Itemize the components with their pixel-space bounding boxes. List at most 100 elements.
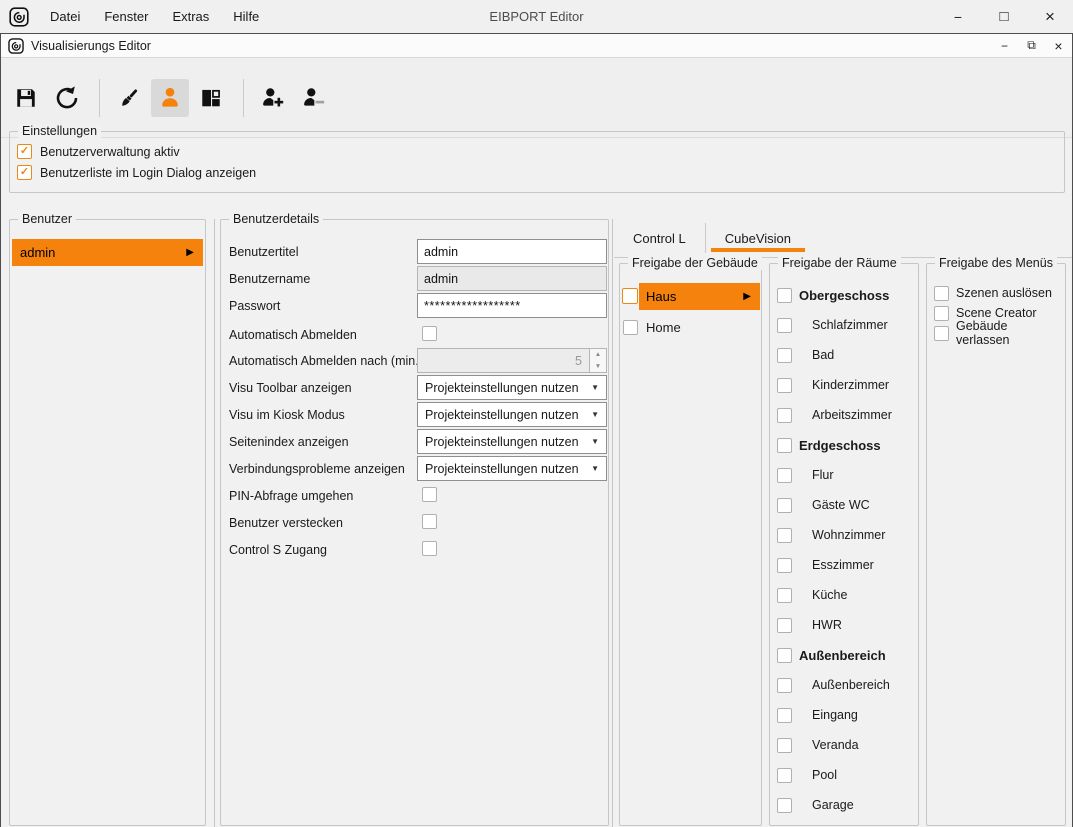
room-item[interactable]: Veranda bbox=[777, 737, 915, 753]
room-item[interactable]: Küche bbox=[777, 587, 915, 603]
room-item[interactable]: Esszimmer bbox=[777, 557, 915, 573]
users-button[interactable] bbox=[151, 79, 189, 117]
editor-minimize-button[interactable]: − bbox=[991, 34, 1018, 58]
kiosk-select[interactable]: Projekteinstellungen nutzen ▼ bbox=[417, 402, 607, 427]
control-s-checkbox[interactable] bbox=[422, 541, 437, 556]
room-item[interactable]: Pool bbox=[777, 767, 915, 783]
editor-titlebar: Visualisierungs Editor − ⧉ × bbox=[1, 34, 1072, 58]
room-item[interactable]: Obergeschoss bbox=[777, 287, 915, 303]
panel-splitter[interactable] bbox=[612, 219, 613, 827]
checkbox[interactable]: ✓ bbox=[17, 165, 32, 180]
pin-checkbox[interactable] bbox=[422, 487, 437, 502]
room-checkbox[interactable] bbox=[777, 678, 792, 693]
verbindung-select[interactable]: Projekteinstellungen nutzen ▼ bbox=[417, 456, 607, 481]
room-item[interactable]: Außenbereich bbox=[777, 647, 915, 663]
room-item[interactable]: Kinderzimmer bbox=[777, 377, 915, 393]
menu-datei[interactable]: Datei bbox=[38, 0, 92, 33]
menu-item-gebaeude-verlassen[interactable]: Gebäude verlassen bbox=[934, 325, 1062, 341]
spinner-value[interactable]: 5 bbox=[417, 348, 590, 373]
room-item[interactable]: Flur bbox=[777, 467, 915, 483]
room-checkbox[interactable] bbox=[777, 558, 792, 573]
layout-icon bbox=[199, 86, 223, 110]
close-button[interactable]: × bbox=[1027, 0, 1073, 33]
menu-label: Gebäude verlassen bbox=[956, 319, 1062, 347]
room-item[interactable]: Eingang bbox=[777, 707, 915, 723]
room-item[interactable]: Garage bbox=[777, 797, 915, 813]
remove-user-button[interactable] bbox=[295, 79, 333, 117]
reload-icon bbox=[54, 85, 80, 111]
verstecken-checkbox[interactable] bbox=[422, 514, 437, 529]
menu-checkbox[interactable] bbox=[934, 306, 949, 321]
room-checkbox[interactable] bbox=[777, 288, 792, 303]
tab-control-l[interactable]: Control L bbox=[614, 223, 705, 253]
add-user-button[interactable] bbox=[254, 79, 292, 117]
room-checkbox[interactable] bbox=[777, 738, 792, 753]
panel-splitter[interactable] bbox=[214, 219, 215, 827]
room-item[interactable]: Erdgeschoss bbox=[777, 437, 915, 453]
room-checkbox[interactable] bbox=[777, 378, 792, 393]
room-checkbox[interactable] bbox=[777, 408, 792, 423]
room-checkbox[interactable] bbox=[777, 768, 792, 783]
save-button[interactable] bbox=[7, 79, 45, 117]
room-checkbox[interactable] bbox=[777, 588, 792, 603]
room-label: Garage bbox=[812, 798, 854, 812]
menu-checkbox[interactable] bbox=[934, 286, 949, 301]
menu-extras[interactable]: Extras bbox=[160, 0, 221, 33]
passwort-input[interactable] bbox=[417, 293, 607, 318]
seitenindex-select[interactable]: Projekteinstellungen nutzen ▼ bbox=[417, 429, 607, 454]
room-item[interactable]: Gäste WC bbox=[777, 497, 915, 513]
room-item[interactable]: HWR bbox=[777, 617, 915, 633]
users-legend: Benutzer bbox=[18, 212, 76, 226]
spin-down-icon: ▼ bbox=[590, 363, 606, 370]
home-checkbox[interactable] bbox=[623, 320, 638, 335]
benutzertitel-input[interactable] bbox=[417, 239, 607, 264]
room-checkbox[interactable] bbox=[777, 618, 792, 633]
room-item[interactable]: Schlafzimmer bbox=[777, 317, 915, 333]
user-list-item-admin[interactable]: admin ▶ bbox=[12, 239, 203, 266]
menu-checkbox[interactable] bbox=[934, 326, 949, 341]
room-item[interactable]: Bad bbox=[777, 347, 915, 363]
auto-abmelden-nach-label: Automatisch Abmelden nach (min.) bbox=[229, 348, 423, 373]
room-checkbox[interactable] bbox=[777, 708, 792, 723]
room-label: Schlafzimmer bbox=[812, 318, 888, 332]
menu-hilfe[interactable]: Hilfe bbox=[221, 0, 271, 33]
building-item-home[interactable]: Home bbox=[623, 318, 681, 336]
room-checkbox[interactable] bbox=[777, 318, 792, 333]
selected-row-arrow-icon: ▶ bbox=[186, 247, 203, 258]
maximize-button[interactable]: □ bbox=[981, 0, 1027, 33]
auto-abmelden-nach-spinner: 5 ▲ ▼ bbox=[417, 348, 607, 373]
haus-checkbox[interactable] bbox=[622, 288, 638, 304]
tab-cubevision[interactable]: CubeVision bbox=[705, 223, 810, 253]
spin-down-button[interactable]: ▼ bbox=[590, 361, 606, 373]
user-details-group: Benutzerdetails Benutzertitel Benutzerna… bbox=[220, 219, 609, 826]
room-checkbox[interactable] bbox=[777, 438, 792, 453]
visu-toolbar-select[interactable]: Projekteinstellungen nutzen ▼ bbox=[417, 375, 607, 400]
room-checkbox[interactable] bbox=[777, 498, 792, 513]
menu-fenster[interactable]: Fenster bbox=[92, 0, 160, 33]
room-checkbox[interactable] bbox=[777, 348, 792, 363]
room-item[interactable]: Arbeitszimmer bbox=[777, 407, 915, 423]
room-checkbox[interactable] bbox=[777, 528, 792, 543]
editor-restore-button[interactable]: ⧉ bbox=[1018, 34, 1045, 58]
building-item-haus[interactable]: Haus ▶ bbox=[639, 283, 760, 310]
menu-item-szenen[interactable]: Szenen auslösen bbox=[934, 285, 1062, 301]
room-item[interactable]: Außenbereich bbox=[777, 677, 915, 693]
layout-button[interactable] bbox=[192, 79, 230, 117]
spin-up-button[interactable]: ▲ bbox=[590, 349, 606, 361]
brush-button[interactable] bbox=[110, 79, 148, 117]
checkbox[interactable]: ✓ bbox=[17, 144, 32, 159]
room-label: Außenbereich bbox=[812, 678, 890, 692]
room-checkbox[interactable] bbox=[777, 648, 792, 663]
maximize-icon: □ bbox=[999, 8, 1008, 25]
room-checkbox[interactable] bbox=[777, 798, 792, 813]
minimize-button[interactable]: − bbox=[935, 0, 981, 33]
setting-benutzerliste[interactable]: ✓ Benutzerliste im Login Dialog anzeigen bbox=[17, 165, 256, 180]
auto-abmelden-checkbox[interactable] bbox=[422, 326, 437, 341]
setting-benutzerverwaltung[interactable]: ✓ Benutzerverwaltung aktiv bbox=[17, 144, 256, 159]
reload-button[interactable] bbox=[48, 79, 86, 117]
room-checkbox[interactable] bbox=[777, 468, 792, 483]
room-label: Gäste WC bbox=[812, 498, 870, 512]
editor-close-button[interactable]: × bbox=[1045, 34, 1072, 58]
select-value: Projekteinstellungen nutzen bbox=[425, 435, 579, 449]
room-item[interactable]: Wohnzimmer bbox=[777, 527, 915, 543]
